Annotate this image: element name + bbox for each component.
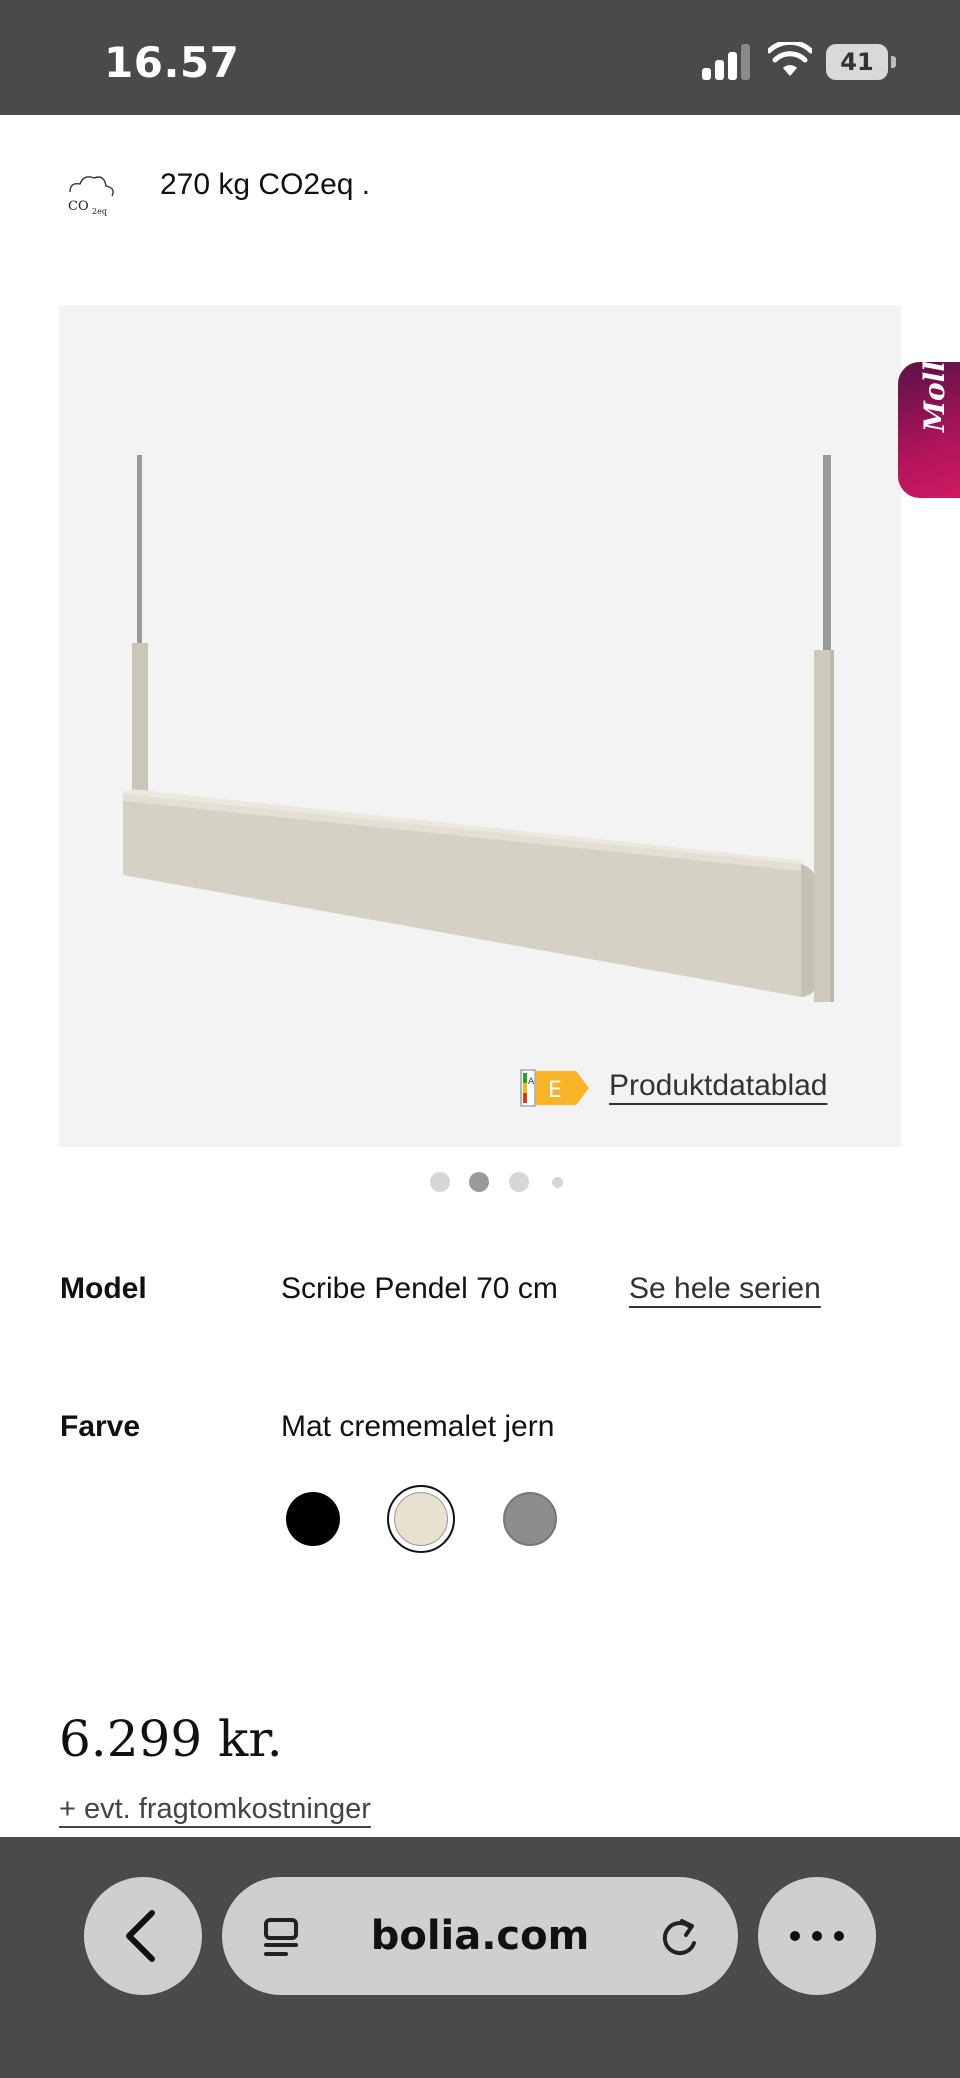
left-rod (132, 643, 148, 803)
carousel-dot[interactable] (430, 1172, 450, 1192)
ellipsis-icon (790, 1931, 844, 1941)
carousel-dots (430, 1172, 570, 1196)
color-swatch-black[interactable] (286, 1492, 340, 1546)
carousel-dot[interactable] (552, 1177, 563, 1188)
color-swatch-grey[interactable] (503, 1492, 557, 1546)
carousel-dot[interactable] (509, 1172, 529, 1192)
co2-value: 270 kg CO2eq . (160, 168, 371, 201)
svg-text:E: E (548, 1078, 562, 1103)
see-series-link[interactable]: Se hele serien (629, 1272, 821, 1306)
carousel-dot-active[interactable] (469, 1172, 489, 1192)
right-cable (823, 455, 831, 653)
browser-toolbar: bolia.com (0, 1837, 960, 2078)
model-label: Model (60, 1272, 147, 1305)
cellular-signal-icon (702, 44, 750, 80)
svg-text:2eq: 2eq (92, 207, 107, 216)
more-options-button[interactable] (758, 1877, 876, 1995)
color-label: Farve (60, 1410, 141, 1443)
product-image (123, 455, 834, 1002)
shipping-cost-link[interactable]: + evt. fragtomkostninger (59, 1793, 371, 1826)
color-swatch-cream-selected[interactable] (387, 1485, 455, 1553)
product-price: 6.299 kr. (59, 1710, 283, 1768)
back-button[interactable] (84, 1877, 202, 1995)
battery-level: 41 (840, 48, 874, 76)
chevron-left-icon (126, 1910, 155, 1962)
energy-label-icon[interactable]: A G E (520, 1069, 590, 1107)
wifi-icon (768, 42, 812, 76)
address-bar[interactable]: bolia.com (222, 1877, 738, 1995)
svg-text:CO: CO (68, 199, 89, 214)
status-time: 16.57 (104, 38, 240, 87)
molly-chat-tab[interactable]: Molly (898, 345, 960, 498)
co2-footprint-row: CO 2eq 270 kg CO2eq . (60, 160, 900, 240)
left-cable (137, 455, 142, 647)
co2-cloud-icon: CO 2eq (68, 176, 114, 216)
battery-icon: 41 (826, 44, 888, 80)
product-datasheet-link[interactable]: Produktdatablad (609, 1069, 828, 1103)
status-bar: 16.57 41 (0, 0, 960, 115)
color-row: Farve Mat crememalet jern (60, 1410, 900, 1450)
reload-icon[interactable] (658, 1913, 702, 1959)
lamp-body (123, 794, 801, 997)
molly-label: Molly (918, 344, 951, 432)
color-value: Mat crememalet jern (281, 1410, 555, 1443)
product-image-gallery[interactable]: A G E Produktdatablad (59, 305, 901, 1147)
model-value: Scribe Pendel 70 cm (281, 1272, 558, 1305)
model-row: Model Scribe Pendel 70 cm Se hele serien (60, 1272, 900, 1312)
battery-nub (891, 56, 896, 68)
